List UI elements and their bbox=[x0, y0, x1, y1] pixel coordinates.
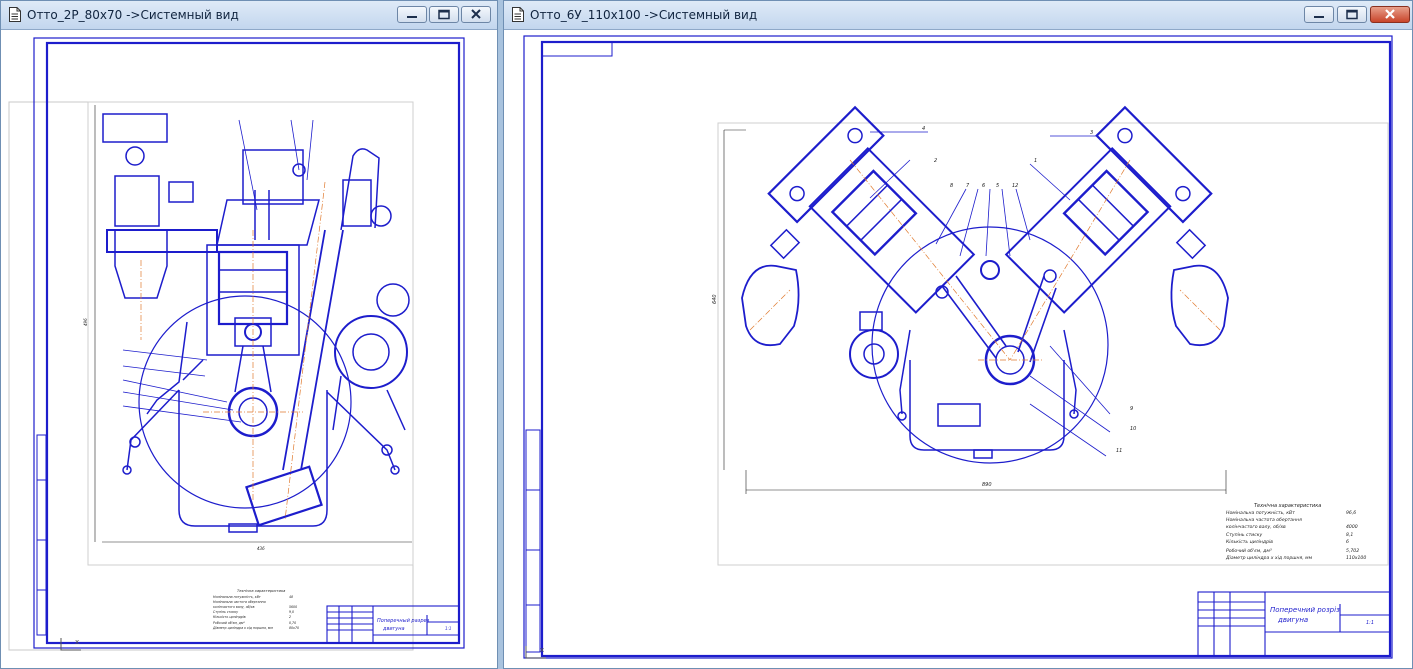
title-block-name-1: Поперечний розріз bbox=[1270, 606, 1340, 614]
close-icon bbox=[1385, 9, 1395, 19]
leader-label: 11 bbox=[1116, 448, 1122, 454]
window-titlebar[interactable]: Отто_2Р_80х70 ->Системный вид bbox=[1, 1, 497, 30]
spec-value: 0,70 bbox=[289, 621, 296, 625]
minimize-button[interactable] bbox=[1304, 6, 1334, 23]
leader-label: 7 bbox=[966, 183, 970, 189]
spec-label: Ступінь стиску bbox=[213, 610, 238, 614]
drawing-canvas[interactable]: Поперечный разрез двигуна 1:1 Технічна х… bbox=[7, 30, 491, 662]
close-icon bbox=[471, 9, 481, 19]
spec-value: 8,1 bbox=[1346, 532, 1353, 538]
spec-table: Технічна характеристика Номінальна потуж… bbox=[212, 589, 299, 630]
document-icon bbox=[512, 7, 524, 22]
svg-text:x: x bbox=[540, 646, 544, 654]
leader-label: 5 bbox=[996, 183, 999, 189]
maximize-button[interactable] bbox=[429, 6, 459, 23]
window-title: Отто_6У_110х100 ->Системный вид bbox=[530, 8, 758, 22]
spec-label: Робочий об'єм, дм³ bbox=[1226, 548, 1272, 554]
leader-label: 6 bbox=[982, 183, 985, 189]
drawing-sheet: Поперечний розріз двигуна 1:1 Технічна х… bbox=[523, 35, 1393, 659]
title-block-scale: 1:1 bbox=[1366, 620, 1374, 626]
leader-label: 3 bbox=[1090, 130, 1093, 136]
minimize-button[interactable] bbox=[397, 6, 427, 23]
spec-value: 5600 bbox=[289, 605, 297, 609]
spec-value: 48 bbox=[289, 595, 293, 599]
leader-label: 12 bbox=[1012, 183, 1018, 189]
spec-heading: Технічна характеристика bbox=[1254, 503, 1321, 509]
ucs-icon: x bbox=[525, 646, 546, 659]
spec-heading: Технічна характеристика bbox=[237, 589, 285, 593]
close-button[interactable] bbox=[1370, 6, 1410, 23]
window-titlebar[interactable]: Отто_6У_110х100 ->Системный вид bbox=[504, 1, 1412, 30]
engine-section-drawing bbox=[741, 105, 1229, 464]
engine-section-drawing bbox=[102, 113, 410, 533]
dimension-width: 436 bbox=[257, 546, 265, 551]
ucs-icon: x bbox=[60, 638, 81, 651]
window-title: Отто_2Р_80х70 ->Системный вид bbox=[27, 8, 239, 22]
spec-value: 110х100 bbox=[1346, 555, 1366, 561]
leader-label: 1 bbox=[1034, 158, 1037, 164]
drawing-canvas[interactable]: Поперечний розріз двигуна 1:1 Технічна х… bbox=[510, 30, 1406, 662]
spec-label: Кількість циліндрів bbox=[1226, 539, 1273, 545]
spec-label: Номінальна потужність, кВт bbox=[1226, 510, 1295, 516]
spec-value: 96,6 bbox=[1346, 510, 1356, 516]
spec-label: Номінальна частота обертання bbox=[213, 600, 266, 604]
leader-label: 8 bbox=[950, 183, 953, 189]
spec-value: 80х70 bbox=[289, 626, 299, 630]
dimension-height: 640 bbox=[712, 294, 718, 304]
spec-label: Діаметр циліндра х хід поршня, мм bbox=[212, 626, 273, 630]
spec-value: 6 bbox=[1346, 539, 1349, 545]
window-otto-6u[interactable]: Отто_6У_110х100 ->Системный вид Поперечн… bbox=[503, 0, 1413, 669]
leader-label: 4 bbox=[922, 126, 925, 132]
leader-label: 2 bbox=[934, 158, 937, 164]
maximize-icon bbox=[1346, 9, 1358, 20]
spec-label: Номінальна потужність, кВт bbox=[213, 595, 261, 599]
window-otto-2r[interactable]: Отто_2Р_80х70 ->Системный вид Поперечный… bbox=[0, 0, 498, 669]
leader-label: 9 bbox=[1130, 406, 1133, 412]
maximize-button[interactable] bbox=[1337, 6, 1367, 23]
dimension-width: 890 bbox=[982, 482, 992, 488]
spec-value: 5,702 bbox=[1346, 548, 1359, 554]
leader-label: 10 bbox=[1130, 426, 1136, 432]
spec-label: Діаметр циліндра х хід поршня, мм bbox=[1225, 555, 1313, 561]
spec-label: колінчастого валу, об/хв bbox=[1226, 524, 1286, 530]
maximize-icon bbox=[438, 9, 450, 20]
spec-table: Технічна характеристика Номінальна потуж… bbox=[1225, 503, 1366, 561]
spec-value: 4000 bbox=[1346, 524, 1358, 530]
document-icon bbox=[9, 7, 21, 22]
close-button[interactable] bbox=[461, 6, 491, 23]
spec-label: колінчастого валу, об/хв bbox=[213, 605, 255, 609]
minimize-icon bbox=[1314, 16, 1324, 18]
title-block-name-2: двигуна bbox=[1277, 616, 1308, 624]
spec-label: Робочий об'єм, дм³ bbox=[213, 621, 245, 625]
dimension-height: 496 bbox=[83, 318, 88, 326]
title-block-name-1: Поперечный разрез bbox=[377, 618, 430, 624]
svg-text:x: x bbox=[75, 638, 79, 646]
minimize-icon bbox=[407, 16, 417, 18]
spec-value: 9,0 bbox=[289, 610, 294, 614]
spec-label: Ступінь стиску bbox=[1226, 532, 1263, 538]
title-block-scale: 1:1 bbox=[445, 626, 451, 631]
spec-value: 2 bbox=[289, 615, 291, 619]
spec-label: Кількість циліндрів bbox=[213, 615, 246, 619]
title-block-name-2: двигуна bbox=[382, 626, 405, 632]
drawing-sheet: Поперечный разрез двигуна 1:1 Технічна х… bbox=[8, 37, 465, 651]
spec-label: Номінальна частота обертання bbox=[1226, 517, 1302, 523]
